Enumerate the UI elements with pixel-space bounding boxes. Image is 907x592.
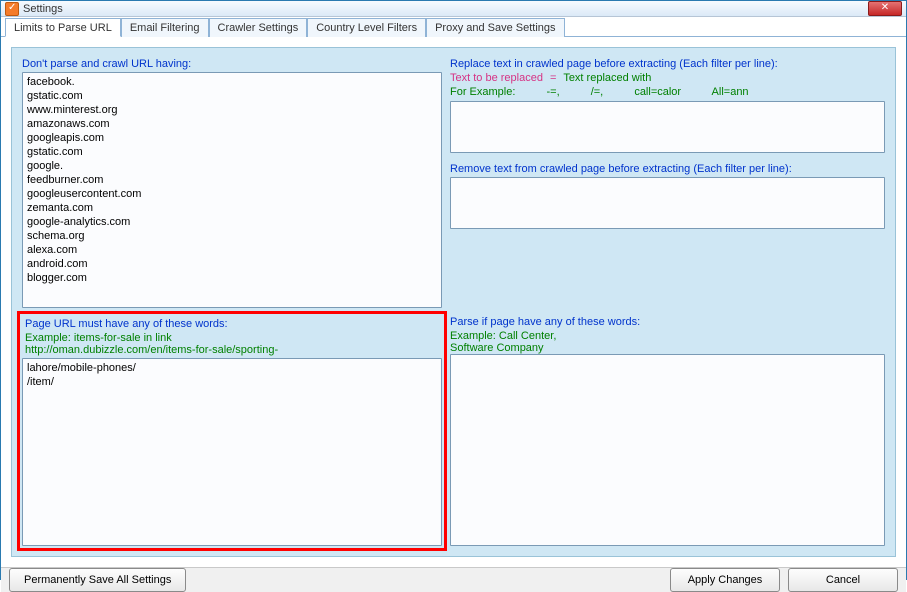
label-replace-text: Replace text in crawled page before extr… [450, 58, 885, 70]
tab-proxy-save-settings[interactable]: Proxy and Save Settings [426, 18, 564, 37]
window-title: Settings [23, 3, 868, 15]
example-url-1: Example: items-for-sale in link [25, 332, 439, 344]
section-parse-if: Parse if page have any of these words: E… [450, 316, 885, 546]
section-right-top: Replace text in crawled page before extr… [450, 58, 885, 308]
replace-legend: Text to be replaced = Text replaced with [450, 72, 885, 84]
cancel-button[interactable]: Cancel [788, 568, 898, 592]
example-url-2: http://oman.dubizzle.com/en/items-for-sa… [25, 344, 439, 356]
close-button[interactable]: ✕ [868, 1, 902, 16]
section-url-must-have: Page URL must have any of these words: E… [17, 311, 447, 551]
tab-country-level-filters[interactable]: Country Level Filters [307, 18, 426, 37]
input-replace-text[interactable] [450, 101, 885, 153]
settings-window: Settings ✕ Limits to Parse URL Email Fil… [0, 0, 907, 580]
replace-example: For Example: -=, /=, call=calor All=ann [450, 86, 885, 98]
example-parse-1: Example: Call Center, [450, 330, 885, 342]
tab-limits-parse-url[interactable]: Limits to Parse URL [5, 18, 121, 37]
label-url-must-have: Page URL must have any of these words: [25, 318, 439, 330]
save-all-button[interactable]: Permanently Save All Settings [9, 568, 186, 592]
apply-button[interactable]: Apply Changes [670, 568, 780, 592]
input-dont-parse[interactable] [22, 72, 442, 308]
label-remove-text: Remove text from crawled page before ext… [450, 163, 885, 175]
titlebar: Settings ✕ [1, 1, 906, 17]
section-dont-parse: Don't parse and crawl URL having: [22, 58, 442, 308]
example-parse-2: Software Company [450, 342, 885, 354]
input-parse-if[interactable] [450, 354, 885, 546]
panel: Don't parse and crawl URL having: Replac… [11, 47, 896, 557]
tab-email-filtering[interactable]: Email Filtering [121, 18, 209, 37]
label-parse-if: Parse if page have any of these words: [450, 316, 885, 328]
input-url-must-have[interactable] [22, 358, 442, 546]
label-dont-parse: Don't parse and crawl URL having: [22, 58, 442, 70]
tabstrip: Limits to Parse URL Email Filtering Craw… [1, 17, 906, 37]
tab-crawler-settings[interactable]: Crawler Settings [209, 18, 308, 37]
content-area: Don't parse and crawl URL having: Replac… [1, 37, 906, 567]
input-remove-text[interactable] [450, 177, 885, 229]
app-icon [5, 2, 19, 16]
